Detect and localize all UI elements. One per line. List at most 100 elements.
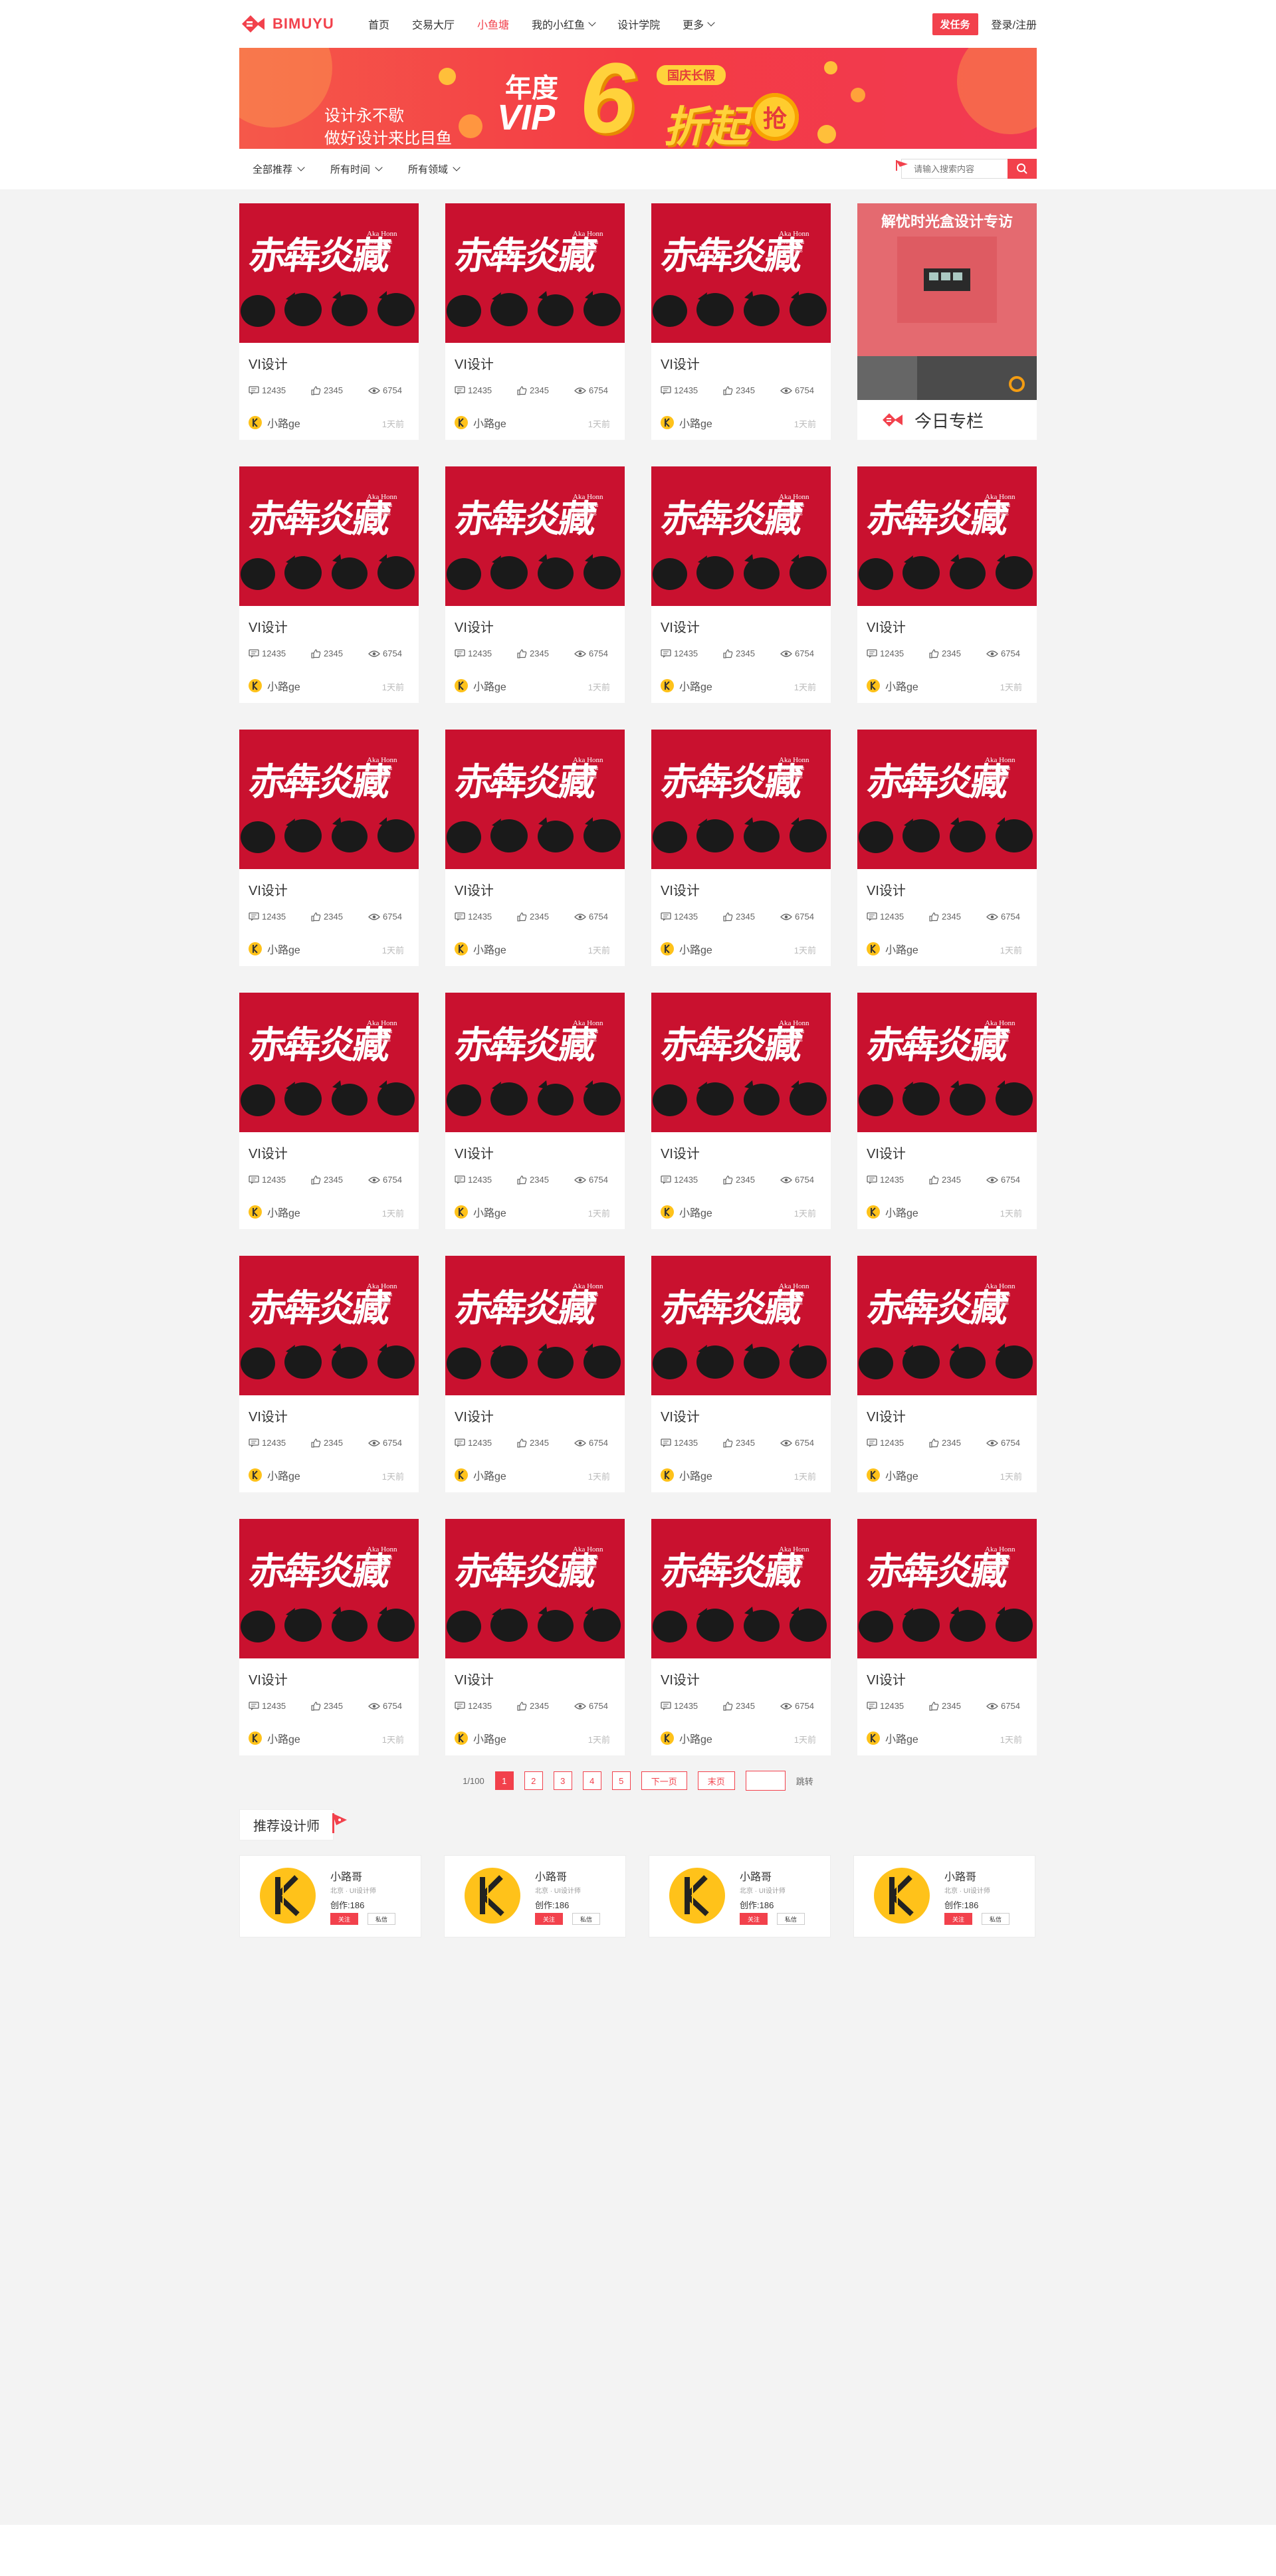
author[interactable]: 小路ge: [455, 678, 506, 694]
designer-avatar[interactable]: [669, 1868, 725, 1924]
like-stat[interactable]: 2345: [929, 912, 986, 922]
work-thumbnail[interactable]: 赤犇炎藏 Aka Honn Enn Zou Chongqing: [239, 1519, 419, 1658]
designer-card[interactable]: 小路哥 北京 · UI设计师 创作:186 关注 私信: [853, 1855, 1035, 1937]
nav-item[interactable]: 我的小红鱼: [532, 16, 596, 32]
page-number-button[interactable]: 2: [524, 1771, 543, 1790]
designer-avatar[interactable]: [874, 1868, 930, 1924]
like-stat[interactable]: 2345: [723, 385, 780, 395]
last-page-button[interactable]: 末页: [697, 1771, 735, 1790]
work-title[interactable]: VI设计: [661, 1406, 700, 1425]
work-title[interactable]: VI设计: [455, 1669, 494, 1688]
work-thumbnail[interactable]: 赤犇炎藏 Aka Honn Enn Zou Chongqing: [651, 203, 831, 343]
work-thumbnail[interactable]: 赤犇炎藏 Aka Honn Enn Zou Chongqing: [651, 1256, 831, 1395]
work-card[interactable]: 赤犇炎藏 Aka Honn Enn Zou Chongqing VI设计 12435 234…: [239, 466, 419, 703]
search-button[interactable]: [1008, 159, 1037, 179]
work-title[interactable]: VI设计: [249, 353, 288, 373]
work-thumbnail[interactable]: 赤犇炎藏 Aka Honn Enn Zou Chongqing: [857, 466, 1037, 606]
logo[interactable]: BIMUYU: [239, 13, 368, 35]
author[interactable]: 小路ge: [249, 1467, 300, 1483]
message-button[interactable]: 私信: [368, 1913, 395, 1925]
like-stat[interactable]: 2345: [723, 1701, 780, 1711]
like-stat[interactable]: 2345: [723, 648, 780, 658]
work-card[interactable]: 赤犇炎藏 Aka Honn Enn Zou Chongqing VI设计 12435 234…: [651, 1256, 831, 1492]
work-title[interactable]: VI设计: [455, 353, 494, 373]
filter-all-recommend[interactable]: 全部推荐: [239, 162, 305, 176]
like-stat[interactable]: 2345: [517, 912, 574, 922]
column-feature-card[interactable]: 解忧时光盒设计专访 今日专栏: [857, 203, 1037, 440]
designer-avatar[interactable]: [465, 1868, 520, 1924]
like-stat[interactable]: 2345: [311, 912, 368, 922]
designer-card[interactable]: 小路哥 北京 · UI设计师 创作:186 关注 私信: [239, 1855, 421, 1937]
page-number-button[interactable]: 5: [611, 1771, 631, 1790]
work-thumbnail[interactable]: 赤犇炎藏 Aka Honn Enn Zou Chongqing: [857, 730, 1037, 869]
author[interactable]: 小路ge: [455, 941, 506, 957]
work-thumbnail[interactable]: 赤犇炎藏 Aka Honn Enn Zou Chongqing: [857, 1256, 1037, 1395]
designer-name[interactable]: 小路哥: [535, 1868, 567, 1884]
work-card[interactable]: 赤犇炎藏 Aka Honn Enn Zou Chongqing VI设计 12435 234…: [651, 1519, 831, 1755]
like-stat[interactable]: 2345: [517, 385, 574, 395]
designer-card[interactable]: 小路哥 北京 · UI设计师 创作:186 关注 私信: [444, 1855, 626, 1937]
work-thumbnail[interactable]: 赤犇炎藏 Aka Honn Enn Zou Chongqing: [445, 203, 625, 343]
work-title[interactable]: VI设计: [867, 1669, 906, 1688]
author[interactable]: 小路ge: [455, 1467, 506, 1483]
author[interactable]: 小路ge: [249, 678, 300, 694]
author[interactable]: 小路ge: [661, 415, 712, 431]
work-title[interactable]: VI设计: [455, 1406, 494, 1425]
work-thumbnail[interactable]: 赤犇炎藏 Aka Honn Enn Zou Chongqing: [445, 993, 625, 1132]
like-stat[interactable]: 2345: [311, 1701, 368, 1711]
work-card[interactable]: 赤犇炎藏 Aka Honn Enn Zou Chongqing VI设计 12435 234…: [239, 1256, 419, 1492]
post-task-button[interactable]: 发任务: [932, 13, 978, 35]
login-register-link[interactable]: 登录/注册: [992, 16, 1037, 32]
like-stat[interactable]: 2345: [311, 385, 368, 395]
work-card[interactable]: 赤犇炎藏 Aka Honn Enn Zou Chongqing VI设计 12435 234…: [857, 466, 1037, 703]
author[interactable]: 小路ge: [249, 1204, 300, 1220]
work-card[interactable]: 赤犇炎藏 Aka Honn Enn Zou Chongqing VI设计 12435 234…: [445, 1256, 625, 1492]
banner-grab-button[interactable]: 抢: [751, 93, 799, 141]
author[interactable]: 小路ge: [249, 941, 300, 957]
nav-item[interactable]: 小鱼塘: [477, 16, 509, 32]
like-stat[interactable]: 2345: [517, 1701, 574, 1711]
author[interactable]: 小路ge: [249, 415, 300, 431]
work-title[interactable]: VI设计: [455, 1143, 494, 1162]
work-thumbnail[interactable]: 赤犇炎藏 Aka Honn Enn Zou Chongqing: [445, 730, 625, 869]
author[interactable]: 小路ge: [661, 941, 712, 957]
work-thumbnail[interactable]: 赤犇炎藏 Aka Honn Enn Zou Chongqing: [651, 730, 831, 869]
message-button[interactable]: 私信: [982, 1913, 1010, 1925]
page-number-button[interactable]: 3: [553, 1771, 572, 1790]
message-button[interactable]: 私信: [572, 1913, 600, 1925]
work-thumbnail[interactable]: 赤犇炎藏 Aka Honn Enn Zou Chongqing: [445, 466, 625, 606]
work-title[interactable]: VI设计: [661, 353, 700, 373]
like-stat[interactable]: 2345: [517, 648, 574, 658]
author[interactable]: 小路ge: [867, 1730, 918, 1746]
work-thumbnail[interactable]: 赤犇炎藏 Aka Honn Enn Zou Chongqing: [239, 203, 419, 343]
work-card[interactable]: 赤犇炎藏 Aka Honn Enn Zou Chongqing VI设计 12435 234…: [857, 993, 1037, 1229]
like-stat[interactable]: 2345: [311, 648, 368, 658]
next-page-button[interactable]: 下一页: [641, 1771, 687, 1790]
designer-avatar[interactable]: [260, 1868, 316, 1924]
work-card[interactable]: 赤犇炎藏 Aka Honn Enn Zou Chongqing VI设计 12435 234…: [445, 1519, 625, 1755]
promo-banner[interactable]: 设计永不歇 做好设计来比目鱼 年度 VIP 6 国庆长假 折起 抢: [239, 48, 1037, 149]
like-stat[interactable]: 2345: [929, 1175, 986, 1185]
work-thumbnail[interactable]: 赤犇炎藏 Aka Honn Enn Zou Chongqing: [239, 1256, 419, 1395]
author[interactable]: 小路ge: [867, 941, 918, 957]
designer-card[interactable]: 小路哥 北京 · UI设计师 创作:186 关注 私信: [649, 1855, 831, 1937]
like-stat[interactable]: 2345: [311, 1175, 368, 1185]
work-thumbnail[interactable]: 赤犇炎藏 Aka Honn Enn Zou Chongqing: [239, 730, 419, 869]
nav-item[interactable]: 首页: [368, 16, 389, 32]
author[interactable]: 小路ge: [867, 678, 918, 694]
page-number-button[interactable]: 4: [582, 1771, 601, 1790]
author[interactable]: 小路ge: [867, 1204, 918, 1220]
like-stat[interactable]: 2345: [517, 1438, 574, 1448]
work-thumbnail[interactable]: 赤犇炎藏 Aka Honn Enn Zou Chongqing: [445, 1256, 625, 1395]
work-thumbnail[interactable]: 赤犇炎藏 Aka Honn Enn Zou Chongqing: [651, 466, 831, 606]
work-title[interactable]: VI设计: [661, 617, 700, 636]
work-title[interactable]: VI设计: [661, 1143, 700, 1162]
author[interactable]: 小路ge: [249, 1730, 300, 1746]
work-thumbnail[interactable]: 赤犇炎藏 Aka Honn Enn Zou Chongqing: [857, 1519, 1037, 1658]
page-jump-button[interactable]: 跳转: [796, 1775, 813, 1787]
filter-time[interactable]: 所有时间: [330, 162, 383, 176]
work-title[interactable]: VI设计: [661, 1669, 700, 1688]
like-stat[interactable]: 2345: [723, 1175, 780, 1185]
work-thumbnail[interactable]: 赤犇炎藏 Aka Honn Enn Zou Chongqing: [445, 1519, 625, 1658]
author[interactable]: 小路ge: [455, 1204, 506, 1220]
